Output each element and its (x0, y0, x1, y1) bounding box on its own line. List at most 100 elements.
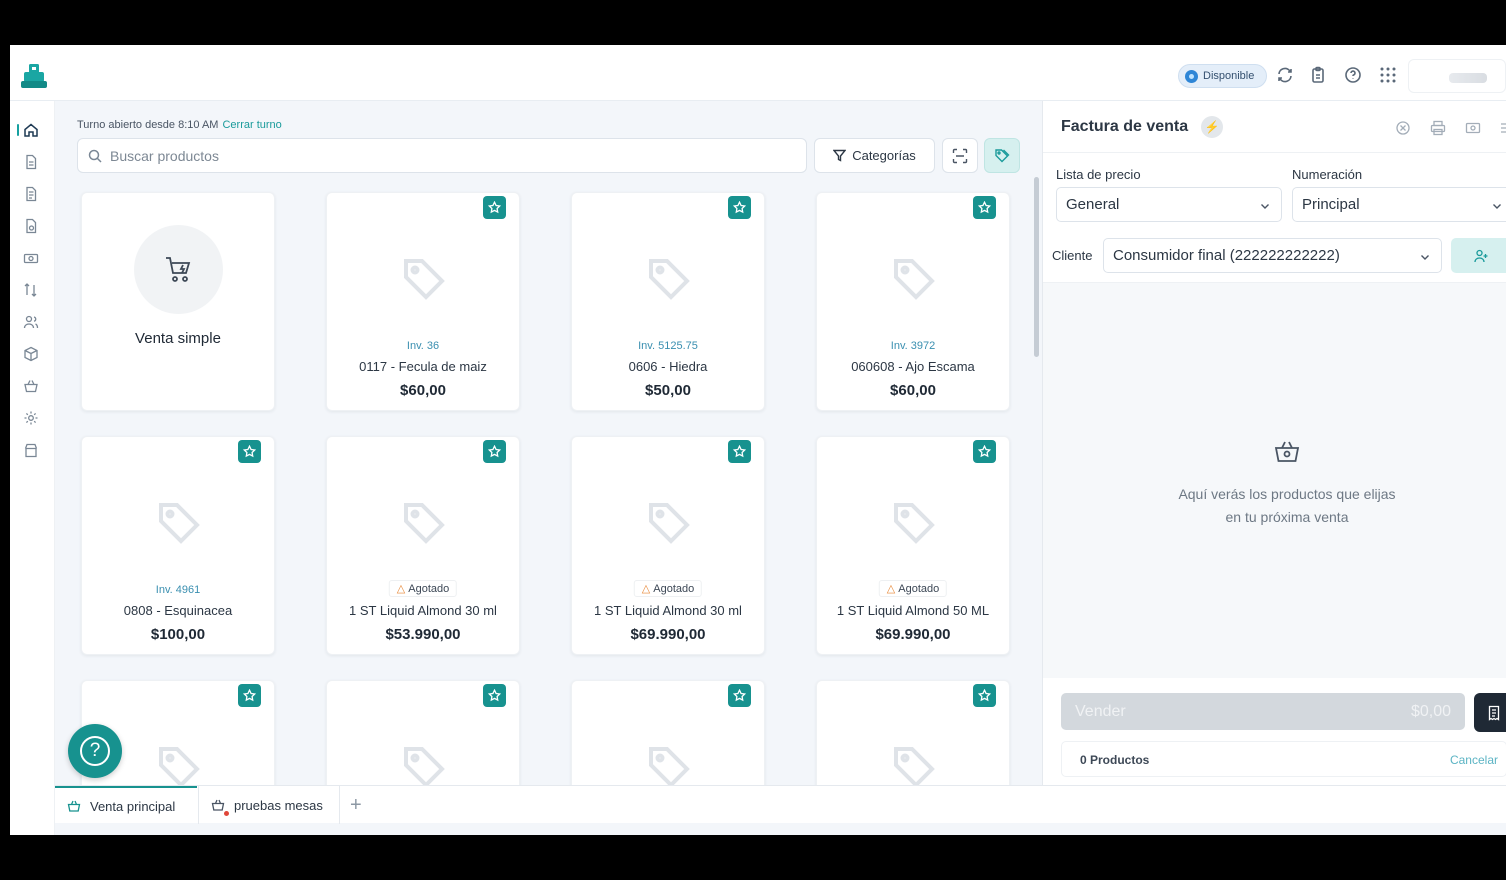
star-icon (488, 445, 501, 458)
product-name: 0606 - Hiedra (628, 359, 708, 374)
favorite-star-button[interactable] (238, 684, 261, 707)
price-list-select[interactable]: General (1056, 187, 1282, 222)
product-tag-icon (890, 255, 938, 303)
search-bar[interactable] (77, 138, 807, 173)
favorite-star-button[interactable] (728, 440, 751, 463)
clipboard-icon[interactable] (1308, 65, 1328, 85)
star-icon (488, 689, 501, 702)
search-input[interactable] (110, 147, 710, 164)
inventory-label: Inv. 5125.75 (638, 340, 698, 352)
invoice-icon[interactable] (23, 186, 39, 202)
favorite-star-button[interactable] (483, 196, 506, 219)
store-icon[interactable] (23, 442, 39, 458)
chevron-down-icon (1491, 199, 1503, 211)
warning-icon: △ (641, 583, 651, 595)
client-select[interactable]: Consumidor final (222222222222) (1103, 238, 1442, 273)
favorite-star-button[interactable] (973, 196, 996, 219)
main-content: Turno abierto desde 8:10 AM Cerrar turno … (55, 101, 1042, 785)
product-tag-icon (400, 743, 448, 785)
users-icon[interactable] (23, 314, 39, 330)
shift-info: Turno abierto desde 8:10 AM Cerrar turno (77, 119, 282, 131)
apps-grid-icon[interactable] (1378, 65, 1398, 85)
add-tab-button[interactable]: + (350, 795, 362, 815)
settings-icon[interactable] (23, 410, 39, 426)
status-dot-icon (1185, 69, 1198, 83)
add-client-button[interactable] (1451, 238, 1506, 273)
favorite-star-button[interactable] (973, 440, 996, 463)
price-list-label: Lista de precio (1056, 167, 1141, 182)
simple-sale-label: Venta simple (135, 330, 221, 347)
product-name: 060608 - Ajo Escama (851, 359, 975, 374)
basket-icon (67, 800, 81, 812)
product-card[interactable]: △ Agotado 1 ST Liquid Almond 30 ml $69.99… (571, 436, 765, 655)
lightning-icon[interactable]: ⚡ (1201, 116, 1223, 138)
cash-icon[interactable] (23, 250, 39, 266)
products-count: 0 Productos (1080, 753, 1150, 767)
user-menu[interactable] (1408, 59, 1506, 93)
user-logo-image (1449, 73, 1487, 83)
favorite-star-button[interactable] (238, 440, 261, 463)
sold-out-badge: △ Agotado (388, 580, 458, 597)
product-card[interactable]: Inv. 36 0117 - Fecula de maiz $60,00 (326, 192, 520, 411)
price-tag-button[interactable] (984, 138, 1020, 173)
product-price: $60,00 (400, 382, 446, 399)
star-icon (978, 689, 991, 702)
sold-out-badge: △ Agotado (633, 580, 703, 597)
help-circle-icon[interactable] (1343, 65, 1363, 85)
numbering-select[interactable]: Principal (1292, 187, 1506, 222)
document-icon[interactable] (23, 154, 39, 170)
tab-pruebas-mesas[interactable]: pruebas mesas (198, 786, 340, 824)
favorite-star-button[interactable] (973, 684, 996, 707)
product-name: 0808 - Esquinacea (123, 603, 233, 618)
transfer-icon[interactable] (23, 282, 39, 298)
availability-status[interactable]: Disponible (1178, 64, 1267, 88)
favorite-star-button[interactable] (483, 684, 506, 707)
product-card[interactable]: Inv. 4961 0808 - Esquinacea $100,00 (81, 436, 275, 655)
product-price: $69.990,00 (875, 626, 951, 643)
simple-sale-card[interactable]: Venta simple (81, 192, 275, 411)
product-tag-icon (645, 499, 693, 547)
add-user-icon (1474, 249, 1488, 262)
product-card[interactable]: Inv. 3972 060608 - Ajo Escama $60,00 (816, 192, 1010, 411)
favorite-star-button[interactable] (728, 196, 751, 219)
file-money-icon[interactable] (23, 218, 39, 234)
app-logo[interactable] (21, 64, 47, 88)
product-tag-icon (400, 255, 448, 303)
product-card[interactable]: △ Agotado 1 ST Liquid Almond 50 ML $69.99… (816, 436, 1010, 655)
numbering-value: Principal (1302, 196, 1360, 213)
barcode-scan-button[interactable] (942, 138, 978, 173)
warning-icon: △ (396, 583, 406, 595)
product-grid-scrollbar[interactable] (1034, 177, 1039, 357)
product-price: $69.990,00 (630, 626, 706, 643)
favorite-star-button[interactable] (483, 440, 506, 463)
cancel-link[interactable]: Cancelar (1450, 753, 1498, 767)
client-label: Cliente (1052, 248, 1093, 263)
sold-out-label: Agotado (898, 582, 940, 595)
star-icon (488, 201, 501, 214)
star-icon (243, 445, 256, 458)
basket-icon[interactable] (23, 378, 39, 394)
sidebar (10, 101, 55, 835)
product-card[interactable] (571, 680, 765, 785)
product-card[interactable]: △ Agotado 1 ST Liquid Almond 30 ml $53.99… (326, 436, 520, 655)
scan-icon (952, 148, 968, 163)
more-options-icon[interactable] (1499, 120, 1506, 136)
product-card[interactable]: Inv. 5125.75 0606 - Hiedra $50,00 (571, 192, 765, 411)
sync-icon[interactable] (1275, 65, 1295, 85)
cancel-circle-icon[interactable] (1395, 120, 1411, 136)
tab-venta-principal[interactable]: Venta principal (55, 786, 197, 824)
product-card[interactable] (816, 680, 1010, 785)
product-card[interactable] (326, 680, 520, 785)
receipt-button[interactable] (1474, 693, 1506, 732)
help-button[interactable]: ? (68, 724, 122, 778)
cash-drawer-icon[interactable] (1465, 120, 1481, 136)
box-icon[interactable] (23, 346, 39, 362)
client-value: Consumidor final (222222222222) (1113, 247, 1340, 264)
sell-button[interactable]: Vender $0,00 (1061, 693, 1465, 730)
close-shift-link[interactable]: Cerrar turno (222, 119, 281, 131)
warning-icon: △ (886, 583, 896, 595)
categories-button[interactable]: Categorías (814, 138, 935, 173)
favorite-star-button[interactable] (728, 684, 751, 707)
printer-icon[interactable] (1430, 120, 1446, 136)
home-icon[interactable] (23, 122, 39, 138)
